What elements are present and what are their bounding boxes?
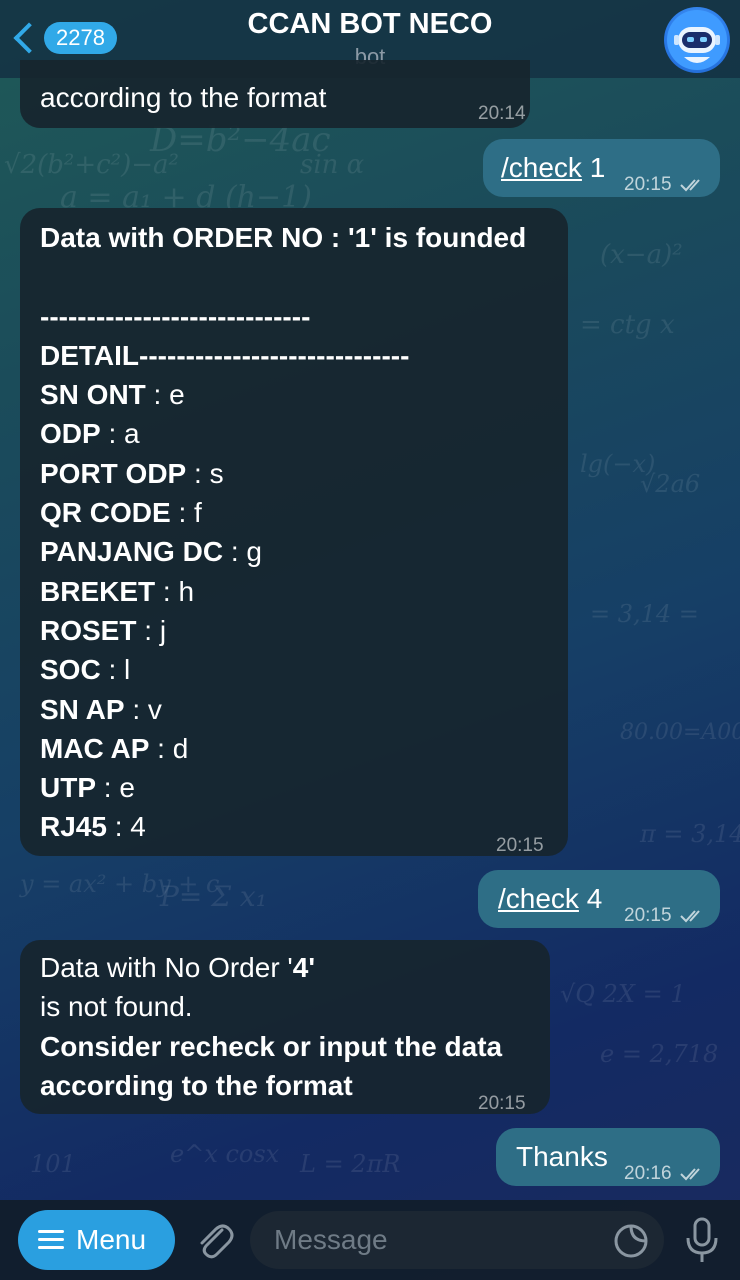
detail-row: PORT ODP : s: [40, 457, 224, 489]
detail-row: SOC : l: [40, 654, 131, 686]
field-value: s: [209, 457, 224, 489]
message-text: Thanks: [516, 1141, 608, 1172]
field-value: h: [178, 575, 195, 607]
message-time: 20:16: [624, 1163, 672, 1184]
double-check-icon: [680, 1168, 700, 1181]
message-line: Data with No Order '4': [40, 952, 316, 983]
bot-command-link[interactable]: /check: [501, 152, 582, 183]
detail-row: UTP : e: [40, 772, 135, 804]
detail-row: ROSET : j: [40, 614, 167, 646]
message-time: 20:15: [624, 174, 672, 195]
field-value: e: [119, 772, 135, 804]
message-incoming[interactable]: Data with No Order '4' is not found. Con…: [20, 940, 550, 1114]
bot-menu-button[interactable]: Menu: [18, 1210, 175, 1270]
field-value: g: [246, 536, 262, 568]
field-value: 4: [130, 811, 146, 843]
message-outgoing[interactable]: Thanks 20:16: [496, 1128, 720, 1186]
sticker-icon[interactable]: [612, 1222, 650, 1260]
field-value: a: [124, 418, 140, 450]
message-incoming-detail[interactable]: Data with ORDER NO : '1' is founded ----…: [20, 208, 568, 856]
detail-row: SN ONT : e: [40, 379, 185, 411]
detail-row: PANJANG DC : g: [40, 536, 262, 568]
field-value: d: [172, 732, 189, 764]
paperclip-icon[interactable]: [192, 1218, 236, 1262]
detail-separator: DETAIL-----------------------------: [40, 339, 410, 371]
message-time: 20:15: [624, 905, 672, 926]
microphone-icon[interactable]: [682, 1216, 722, 1264]
detail-row: SN AP : v: [40, 693, 162, 725]
detail-heading: Data with ORDER NO : '1' is founded: [40, 222, 527, 253]
robot-icon: [667, 10, 727, 70]
field-key: PORT ODP: [40, 457, 187, 489]
field-key: SN AP: [40, 693, 125, 725]
message-outgoing[interactable]: /check 4 20:15: [478, 870, 720, 928]
field-key: UTP: [40, 772, 96, 804]
double-check-icon: [680, 179, 700, 192]
message-time: 20:15: [496, 835, 544, 856]
detail-row: BREKET : h: [40, 575, 195, 607]
separator-line: -----------------------------: [40, 300, 311, 332]
field-key: BREKET: [40, 575, 156, 607]
field-key: ODP: [40, 418, 101, 450]
field-key: QR CODE: [40, 497, 171, 529]
detail-row: ODP : a: [40, 418, 140, 450]
menu-lines-icon: [38, 1230, 64, 1250]
message-line: according to the format: [40, 1069, 353, 1101]
message-line: Consider recheck or input the data: [40, 1030, 503, 1062]
field-value: v: [147, 693, 162, 725]
composer-bar: Menu: [0, 1200, 740, 1280]
detail-row: RJ45 : 4: [40, 811, 146, 843]
message-incoming[interactable]: according to the format 20:14: [20, 60, 530, 128]
menu-button-label: Menu: [76, 1224, 147, 1255]
detail-row: MAC AP : d: [40, 732, 189, 764]
field-key: RJ45: [40, 811, 107, 843]
message-time: 20:15: [478, 1093, 526, 1114]
message-text: according to the format: [40, 82, 327, 113]
field-key: PANJANG DC: [40, 536, 224, 568]
detail-row: QR CODE : f: [40, 497, 202, 529]
field-value: j: [159, 614, 167, 646]
command-argument: 1: [581, 152, 606, 183]
field-key: ROSET: [40, 614, 137, 646]
command-argument: 4: [578, 883, 603, 914]
field-value: f: [194, 497, 202, 529]
field-key: SN ONT: [40, 379, 146, 411]
message-line: is not found.: [40, 991, 193, 1023]
field-value: l: [124, 654, 131, 686]
field-key: MAC AP: [40, 732, 150, 764]
message-time: 20:14: [478, 103, 526, 124]
bot-avatar[interactable]: [664, 7, 730, 73]
double-check-icon: [680, 910, 700, 923]
field-key: SOC: [40, 654, 101, 686]
field-value: e: [169, 379, 185, 411]
message-input[interactable]: [250, 1211, 664, 1269]
chat-title[interactable]: CCAN BOT NECO: [0, 8, 740, 41]
message-outgoing[interactable]: /check 1 20:15: [483, 139, 720, 197]
bot-command-link[interactable]: /check: [498, 883, 579, 914]
order-number: 4: [292, 952, 309, 983]
